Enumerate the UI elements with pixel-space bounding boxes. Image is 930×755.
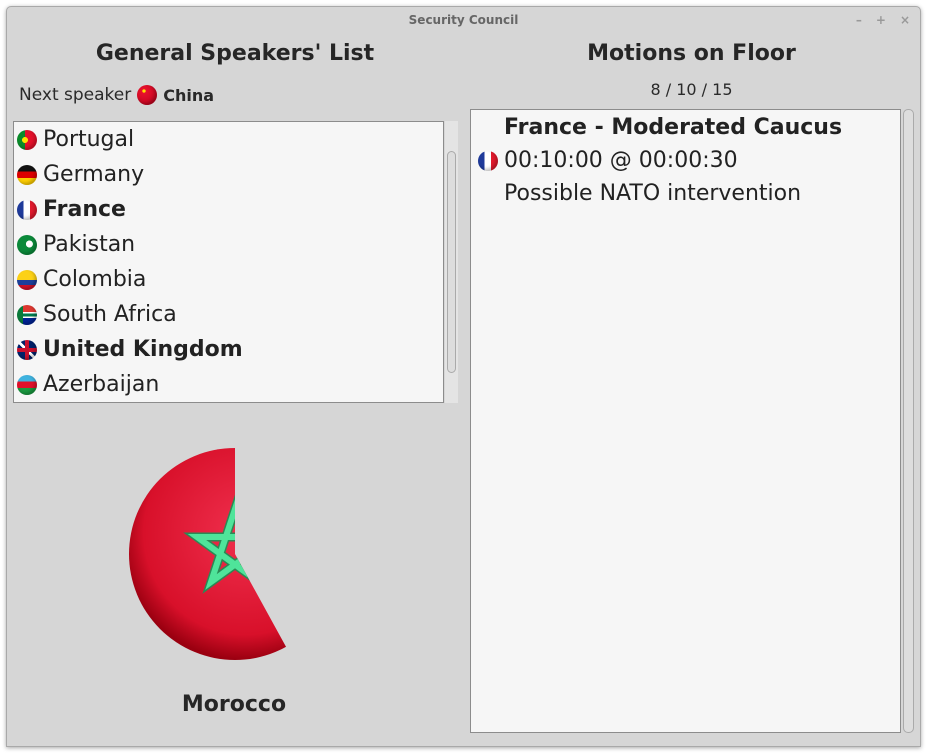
vote-count: 8 / 10 / 15 <box>650 80 733 99</box>
window-title: Security Council <box>408 13 519 27</box>
speaker-list-item[interactable]: Portugal <box>14 122 443 157</box>
title-bar: Security Council – + × <box>7 7 920 34</box>
speaker-country-name: Pakistan <box>43 232 136 257</box>
speaker-country-name: Germany <box>43 162 145 187</box>
france-flag-icon <box>17 199 37 220</box>
speaker-list-item[interactable]: Pakistan <box>14 227 443 262</box>
speaker-timer-flag <box>129 448 288 660</box>
united-kingdom-flag-icon <box>17 339 37 360</box>
pakistan-flag-icon <box>17 234 37 255</box>
france-flag-icon <box>478 151 498 171</box>
maximize-button[interactable]: + <box>876 7 886 34</box>
morocco-flag-icon <box>129 448 288 660</box>
colombia-flag-icon <box>17 269 37 290</box>
speaker-country-name: Azerbaijan <box>43 372 160 397</box>
minimize-button[interactable]: – <box>856 7 862 34</box>
speakers-heading: General Speakers' List <box>95 41 375 66</box>
speaker-list-item[interactable]: Germany <box>14 157 443 192</box>
speaker-country-name: United Kingdom <box>43 337 243 362</box>
motions-scrollbar[interactable] <box>903 109 914 733</box>
speakers-list[interactable]: Portugal Germany France Pakistan Colombia Sou… <box>13 121 444 403</box>
current-speaker-country: Morocco <box>181 692 287 717</box>
motions-list[interactable]: France - Moderated Caucus 00:10:00 @ 00:… <box>470 109 901 733</box>
motion-time: 00:10:00 @ 00:00:30 <box>504 148 738 173</box>
motion-description: Possible NATO intervention <box>504 181 802 206</box>
speaker-country-name: France <box>43 197 126 222</box>
motions-heading: Motions on Floor <box>587 41 796 66</box>
azerbaijan-flag-icon <box>17 374 37 395</box>
scrollbar-thumb[interactable] <box>447 151 456 373</box>
next-speaker: Next speaker China <box>19 85 214 105</box>
speaker-list-item[interactable]: United Kingdom <box>14 332 443 367</box>
portugal-flag-icon <box>17 129 37 150</box>
china-flag-icon <box>137 85 158 105</box>
germany-flag-icon <box>17 164 37 185</box>
speaker-country-name: Colombia <box>43 267 147 292</box>
speaker-list-item[interactable]: Colombia <box>14 262 443 297</box>
app-window: Security Council – + × General Speakers'… <box>6 6 921 747</box>
next-speaker-label: Next speaker <box>19 85 132 105</box>
close-button[interactable]: × <box>900 7 910 34</box>
speaker-list-item[interactable]: France <box>14 192 443 227</box>
speaker-list-item[interactable]: Azerbaijan <box>14 367 443 402</box>
speaker-list-item[interactable]: South Africa <box>14 297 443 332</box>
next-speaker-country: China <box>163 85 215 105</box>
speaker-country-name: Portugal <box>43 127 135 152</box>
speakers-scrollbar[interactable] <box>445 121 458 403</box>
speaker-country-name: South Africa <box>43 302 177 327</box>
south-africa-flag-icon <box>17 304 37 325</box>
motion-title: France - Moderated Caucus <box>504 115 843 140</box>
